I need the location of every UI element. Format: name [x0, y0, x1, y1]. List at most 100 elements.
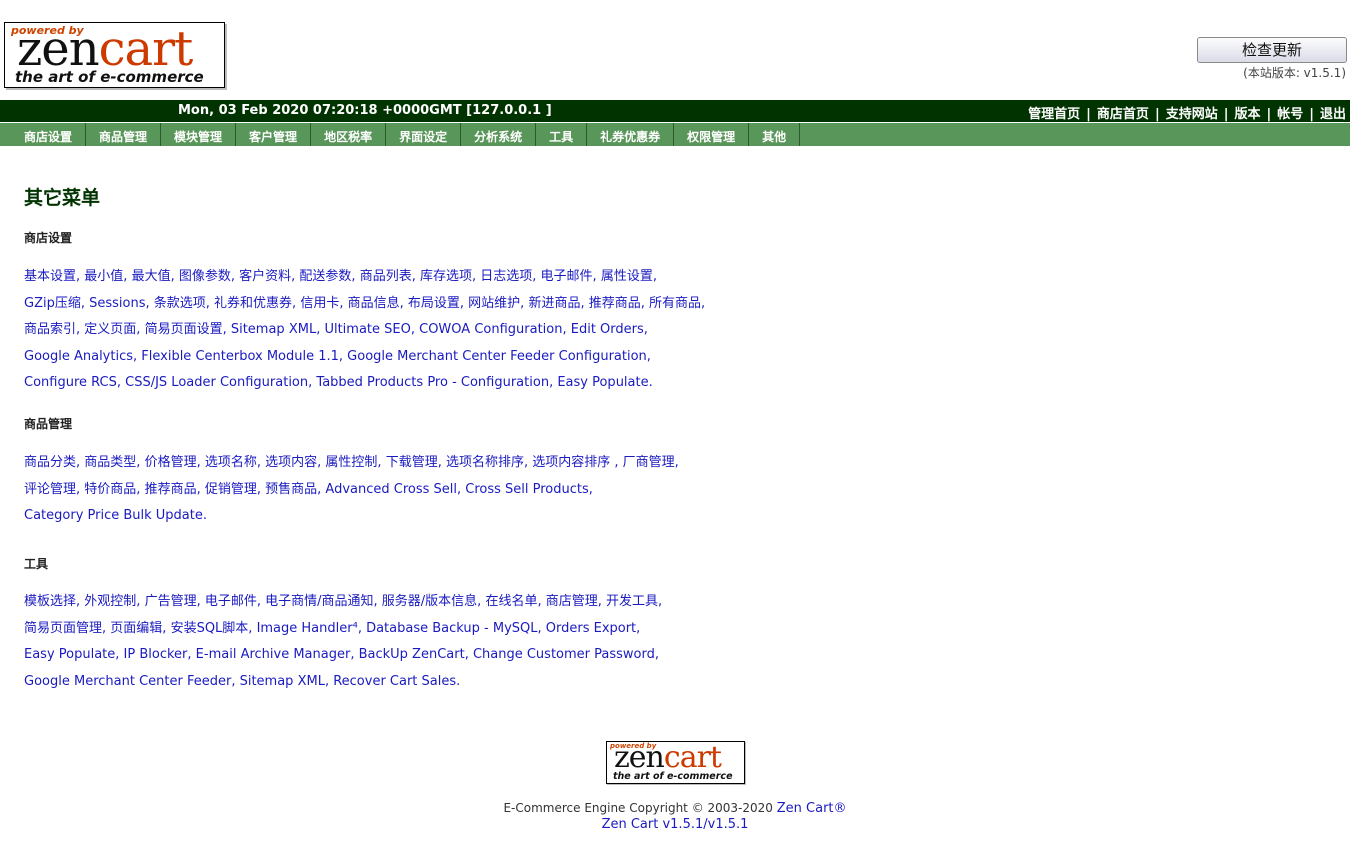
menu-link[interactable]: 定义页面 — [84, 322, 136, 337]
menu-item-10[interactable]: 其他 — [749, 123, 801, 146]
menu-link[interactable]: 广告管理 — [145, 594, 197, 609]
menu-link[interactable]: 商品索引 — [24, 322, 76, 337]
menu-link[interactable]: 电子邮件 — [205, 594, 257, 609]
menu-item-0[interactable]: 商店设置 — [11, 123, 87, 146]
menu-link[interactable]: 选项内容排序 — [532, 455, 614, 470]
menu-link[interactable]: Advanced Cross Sell — [325, 482, 457, 497]
menu-link[interactable]: 页面编辑 — [110, 621, 162, 636]
menu-link[interactable]: 开发工具 — [606, 594, 658, 609]
menu-item-5[interactable]: 界面设定 — [386, 123, 462, 146]
top-link-3[interactable]: 版本 — [1234, 107, 1260, 122]
menu-link[interactable]: Change Customer Password — [473, 647, 655, 662]
menu-link[interactable]: 网站维护 — [468, 296, 520, 311]
menu-link[interactable]: Ultimate SEO — [324, 322, 410, 337]
menu-link[interactable]: 商品类型 — [84, 455, 136, 470]
menu-link[interactable]: 推荐商品 — [145, 482, 197, 497]
menu-link[interactable]: 安装SQL脚本 — [171, 621, 249, 636]
menu-link[interactable]: Easy Populate — [557, 375, 648, 390]
menu-link[interactable]: E-mail Archive Manager — [196, 647, 351, 662]
top-link-5[interactable]: 退出 — [1320, 107, 1346, 122]
menu-link[interactable]: Google Merchant Center Feeder Configurat… — [347, 349, 647, 364]
version-link[interactable]: Zen Cart v1.5.1/v1.5.1 — [602, 817, 749, 832]
zen-cart-link[interactable]: Zen Cart® — [777, 801, 847, 816]
menu-link[interactable]: 布局设置 — [408, 296, 460, 311]
menu-link[interactable]: Google Analytics — [24, 349, 133, 364]
menu-link[interactable]: Sessions — [89, 296, 145, 311]
zencart-logo[interactable]: powered by zencart the art of e-commerce — [4, 22, 225, 88]
menu-link[interactable]: COWOA Configuration — [419, 322, 562, 337]
menu-link[interactable]: 模板选择 — [24, 594, 76, 609]
menu-link[interactable]: 预售商品 — [265, 482, 317, 497]
menu-link[interactable]: Cross Sell Products — [465, 482, 589, 497]
menu-link[interactable]: 所有商品 — [649, 296, 701, 311]
menu-link[interactable]: Easy Populate — [24, 647, 115, 662]
menu-link[interactable]: 下载管理 — [386, 455, 438, 470]
menu-item-4[interactable]: 地区税率 — [311, 123, 387, 146]
menu-link[interactable]: 信用卡 — [300, 296, 339, 311]
menu-link[interactable]: Category Price Bulk Update — [24, 508, 203, 523]
menu-link[interactable]: 配送参数 — [299, 269, 351, 284]
menu-link[interactable]: 选项名称排序 — [446, 455, 524, 470]
menu-link[interactable]: 在线名单 — [485, 594, 537, 609]
menu-link[interactable]: 服务器/版本信息 — [382, 594, 477, 609]
check-update-button[interactable]: 检查更新 — [1197, 37, 1347, 63]
menu-item-9[interactable]: 权限管理 — [674, 123, 750, 146]
menu-item-3[interactable]: 客户管理 — [236, 123, 312, 146]
top-link-2[interactable]: 支持网站 — [1166, 107, 1218, 122]
menu-link[interactable]: 电子商情/商品通知 — [265, 594, 373, 609]
menu-link[interactable]: 电子邮件 — [541, 269, 593, 284]
menu-link[interactable]: Image Handler⁴ — [257, 621, 358, 636]
menu-link[interactable]: 价格管理 — [145, 455, 197, 470]
footer-zencart-logo[interactable]: powered by zencart the art of e-commerce — [606, 741, 745, 784]
menu-link[interactable]: 新进商品 — [528, 296, 580, 311]
top-link-4[interactable]: 帐号 — [1277, 107, 1303, 122]
menu-link[interactable]: Sitemap XML — [240, 674, 325, 689]
menu-link[interactable]: Database Backup - MySQL — [366, 621, 537, 636]
menu-link[interactable]: 选项名称 — [205, 455, 257, 470]
menu-item-2[interactable]: 模块管理 — [161, 123, 237, 146]
menu-link[interactable]: Edit Orders — [571, 322, 644, 337]
menu-link[interactable]: 日志选项 — [480, 269, 532, 284]
menu-link[interactable]: Orders Export — [546, 621, 636, 636]
menu-link[interactable]: 特价商品 — [84, 482, 136, 497]
menu-item-8[interactable]: 礼券优惠券 — [587, 123, 675, 146]
menu-item-7[interactable]: 工具 — [536, 123, 588, 146]
menu-link[interactable]: 最大值 — [132, 269, 171, 284]
menu-item-6[interactable]: 分析系统 — [461, 123, 537, 146]
menu-link[interactable]: 厂商管理 — [623, 455, 675, 470]
menu-link[interactable]: 图像参数 — [179, 269, 231, 284]
menu-link[interactable]: 外观控制 — [84, 594, 136, 609]
menu-link[interactable]: Google Merchant Center Feeder — [24, 674, 231, 689]
menu-link[interactable]: Flexible Centerbox Module 1.1 — [141, 349, 339, 364]
menu-link[interactable]: 属性设置 — [601, 269, 653, 284]
menu-link[interactable]: 商品分类 — [24, 455, 76, 470]
top-link-1[interactable]: 商店首页 — [1097, 107, 1149, 122]
top-link-0[interactable]: 管理首页 — [1028, 107, 1080, 122]
menu-link[interactable]: Tabbed Products Pro - Configuration — [316, 375, 549, 390]
menu-link[interactable]: 促销管理 — [205, 482, 257, 497]
menu-link[interactable]: 基本设置 — [24, 269, 76, 284]
menu-link[interactable]: 推荐商品 — [589, 296, 641, 311]
menu-link[interactable]: 选项内容 — [265, 455, 317, 470]
menu-link[interactable]: 礼券和优惠券 — [214, 296, 292, 311]
menu-link[interactable]: 属性控制 — [325, 455, 377, 470]
menu-link[interactable]: 库存选项 — [420, 269, 472, 284]
menu-link[interactable]: Sitemap XML — [231, 322, 316, 337]
menu-link[interactable]: 客户资料 — [239, 269, 291, 284]
menu-link[interactable]: Recover Cart Sales — [333, 674, 456, 689]
menu-link[interactable]: IP Blocker — [124, 647, 188, 662]
menu-link[interactable]: 条款选项 — [154, 296, 206, 311]
menu-link[interactable]: 简易页面管理 — [24, 621, 102, 636]
menu-item-1[interactable]: 商品管理 — [86, 123, 162, 146]
menu-link[interactable]: 商品列表 — [360, 269, 412, 284]
link-separator: , — [464, 647, 473, 662]
menu-link[interactable]: 最小值 — [84, 269, 123, 284]
menu-link[interactable]: GZip压缩 — [24, 296, 81, 311]
menu-link[interactable]: 商店管理 — [546, 594, 598, 609]
menu-link[interactable]: CSS/JS Loader Configuration — [125, 375, 308, 390]
menu-link[interactable]: 商品信息 — [348, 296, 400, 311]
menu-link[interactable]: BackUp ZenCart — [359, 647, 465, 662]
menu-link[interactable]: 评论管理 — [24, 482, 76, 497]
menu-link[interactable]: Configure RCS — [24, 375, 117, 390]
menu-link[interactable]: 简易页面设置 — [145, 322, 223, 337]
